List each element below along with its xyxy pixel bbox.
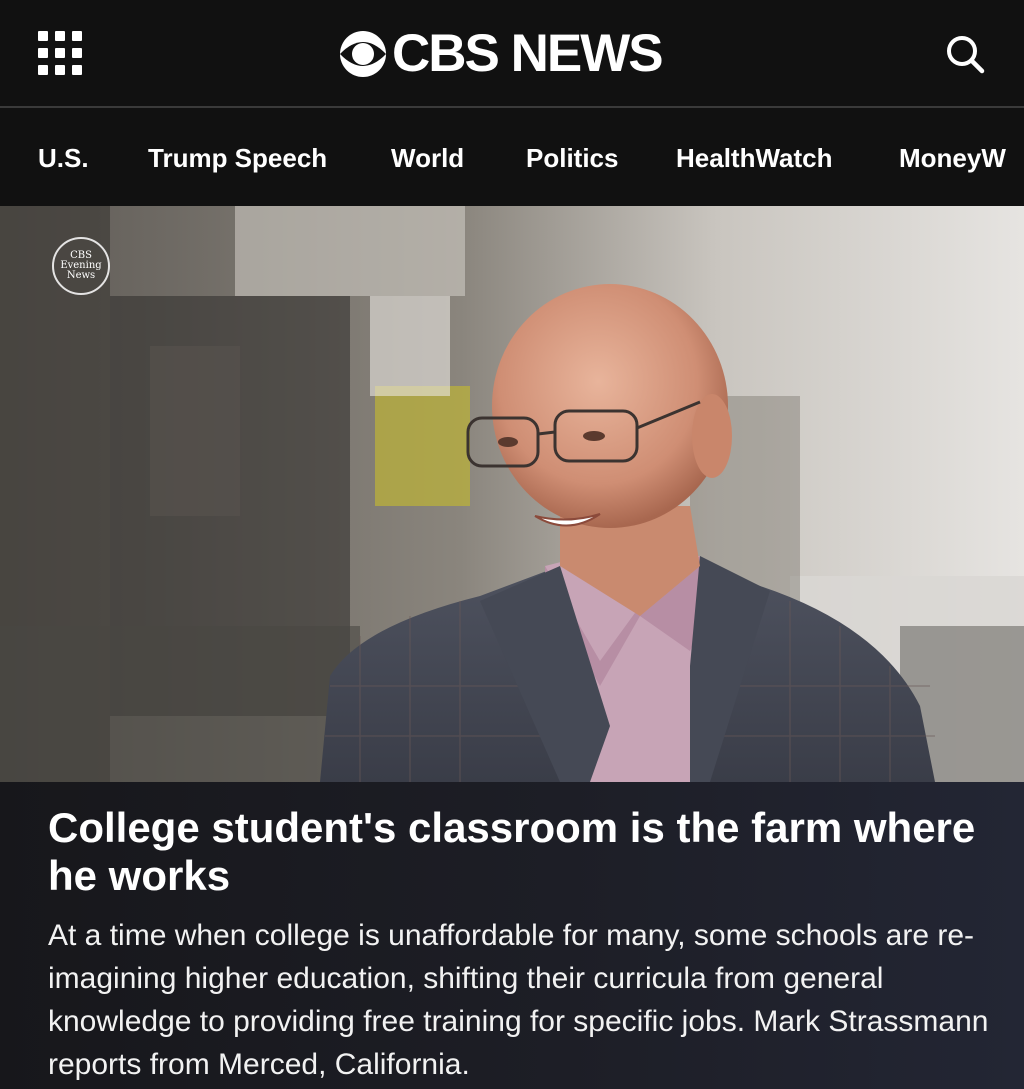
hero-photo: [0, 206, 1024, 782]
badge-line-3: News: [66, 270, 96, 281]
story-dek: At a time when college is unaffordable f…: [48, 919, 989, 1081]
top-bar: CBS NEWS: [0, 0, 1024, 108]
nav-item-moneywatch[interactable]: MoneyW: [899, 110, 1006, 206]
logo-text: CBS NEWS: [392, 24, 664, 83]
evening-news-badge: CBS Evening News: [52, 237, 110, 295]
nav-item-world[interactable]: World: [391, 110, 464, 206]
story-card[interactable]: College student's classroom is the farm …: [0, 782, 1024, 1089]
section-nav: U.S. Trump Speech World Politics HealthW…: [0, 110, 1024, 206]
hero-image[interactable]: CBS Evening News: [0, 206, 1024, 782]
story-headline[interactable]: College student's classroom is the farm …: [48, 804, 988, 900]
cbs-news-logo[interactable]: CBS NEWS: [338, 24, 664, 84]
cbs-eye-icon: [340, 31, 386, 77]
nav-item-us[interactable]: U.S.: [38, 110, 89, 206]
cbs-news-page: CBS NEWS U.S. Trump Speech World Politic…: [0, 0, 1024, 1089]
grid-menu-icon[interactable]: [38, 31, 82, 75]
search-icon[interactable]: [944, 33, 986, 75]
nav-item-trump-speech[interactable]: Trump Speech: [148, 110, 327, 206]
nav-item-politics[interactable]: Politics: [526, 110, 618, 206]
nav-item-healthwatch[interactable]: HealthWatch: [676, 110, 833, 206]
